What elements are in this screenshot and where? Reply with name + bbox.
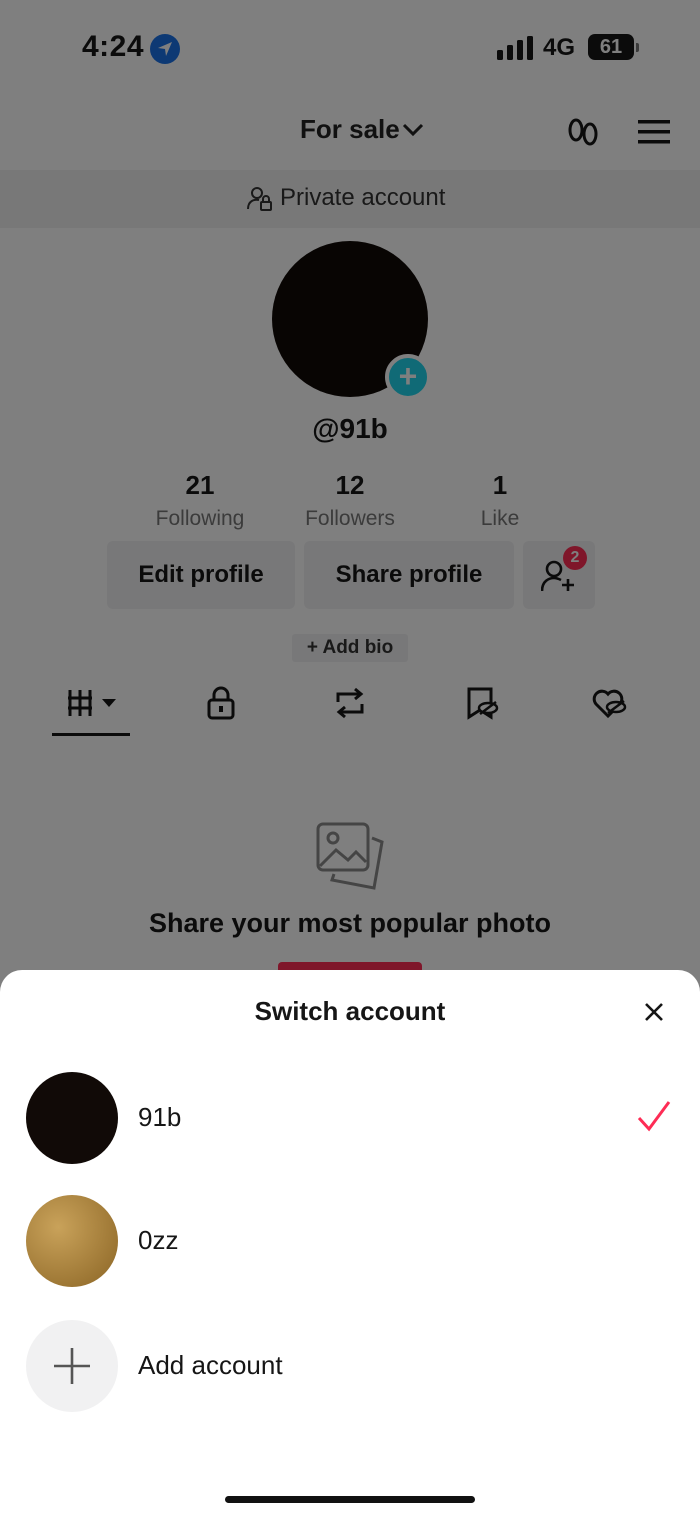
add-avatar-button[interactable]: + — [385, 354, 431, 400]
stat-following[interactable]: 21 Following — [130, 470, 270, 531]
share-profile-button[interactable]: Share profile — [304, 541, 514, 609]
menu-icon[interactable] — [638, 120, 670, 144]
network-type: 4G — [543, 34, 576, 61]
stat-value: 12 — [335, 470, 365, 500]
location-arrow-icon — [150, 34, 180, 64]
chevron-down-icon[interactable] — [402, 122, 424, 138]
avatar — [26, 1195, 118, 1287]
add-account-row[interactable]: Add account — [0, 1320, 700, 1430]
stat-label: Like — [480, 507, 520, 530]
stat-value: 1 — [492, 470, 508, 500]
photos-icon — [316, 822, 384, 890]
bookmark-hidden-icon[interactable] — [466, 686, 500, 720]
sheet-title: Switch account — [254, 996, 446, 1026]
home-indicator — [225, 1496, 475, 1503]
close-icon[interactable] — [644, 1002, 664, 1022]
status-time: 4:24 — [82, 30, 145, 63]
plus-icon — [54, 1348, 90, 1384]
active-tab-indicator — [52, 733, 130, 736]
check-icon — [637, 1101, 671, 1132]
switch-account-sheet: Switch account 91b 0zz Add account — [0, 970, 700, 1518]
status-bar: 4:24 4G 61 — [0, 0, 700, 90]
stat-label: Followers — [305, 507, 395, 530]
stat-likes[interactable]: 1 Like — [430, 470, 570, 531]
add-bio-button[interactable]: + Add bio — [292, 634, 408, 662]
account-name: 0zz — [138, 1225, 179, 1255]
stat-followers[interactable]: 12 Followers — [280, 470, 420, 531]
account-name: 91b — [138, 1102, 182, 1132]
profile-handle: @91b — [312, 413, 388, 444]
footprint-icon[interactable] — [566, 116, 600, 150]
battery-icon: 61 — [588, 34, 639, 60]
cellular-signal-icon — [497, 36, 533, 60]
account-row[interactable]: 0zz — [0, 1195, 700, 1305]
lock-icon[interactable] — [206, 686, 236, 720]
empty-state-title: Share your most popular photo — [148, 908, 552, 938]
private-user-icon — [247, 187, 272, 211]
private-account-label: Private account — [280, 184, 446, 211]
stat-value: 21 — [185, 470, 215, 500]
avatar — [26, 1072, 118, 1164]
account-row[interactable]: 91b — [0, 1072, 700, 1182]
add-account-avatar — [26, 1320, 118, 1412]
stat-label: Following — [155, 507, 245, 530]
videos-grid-icon[interactable] — [66, 686, 118, 720]
repost-icon[interactable] — [332, 686, 368, 720]
friend-requests-badge: 2 — [563, 546, 587, 570]
edit-profile-button[interactable]: Edit profile — [107, 541, 295, 609]
account-switcher-title[interactable]: For sale — [300, 114, 400, 145]
liked-hidden-icon[interactable] — [592, 686, 628, 720]
add-account-label: Add account — [138, 1350, 283, 1380]
